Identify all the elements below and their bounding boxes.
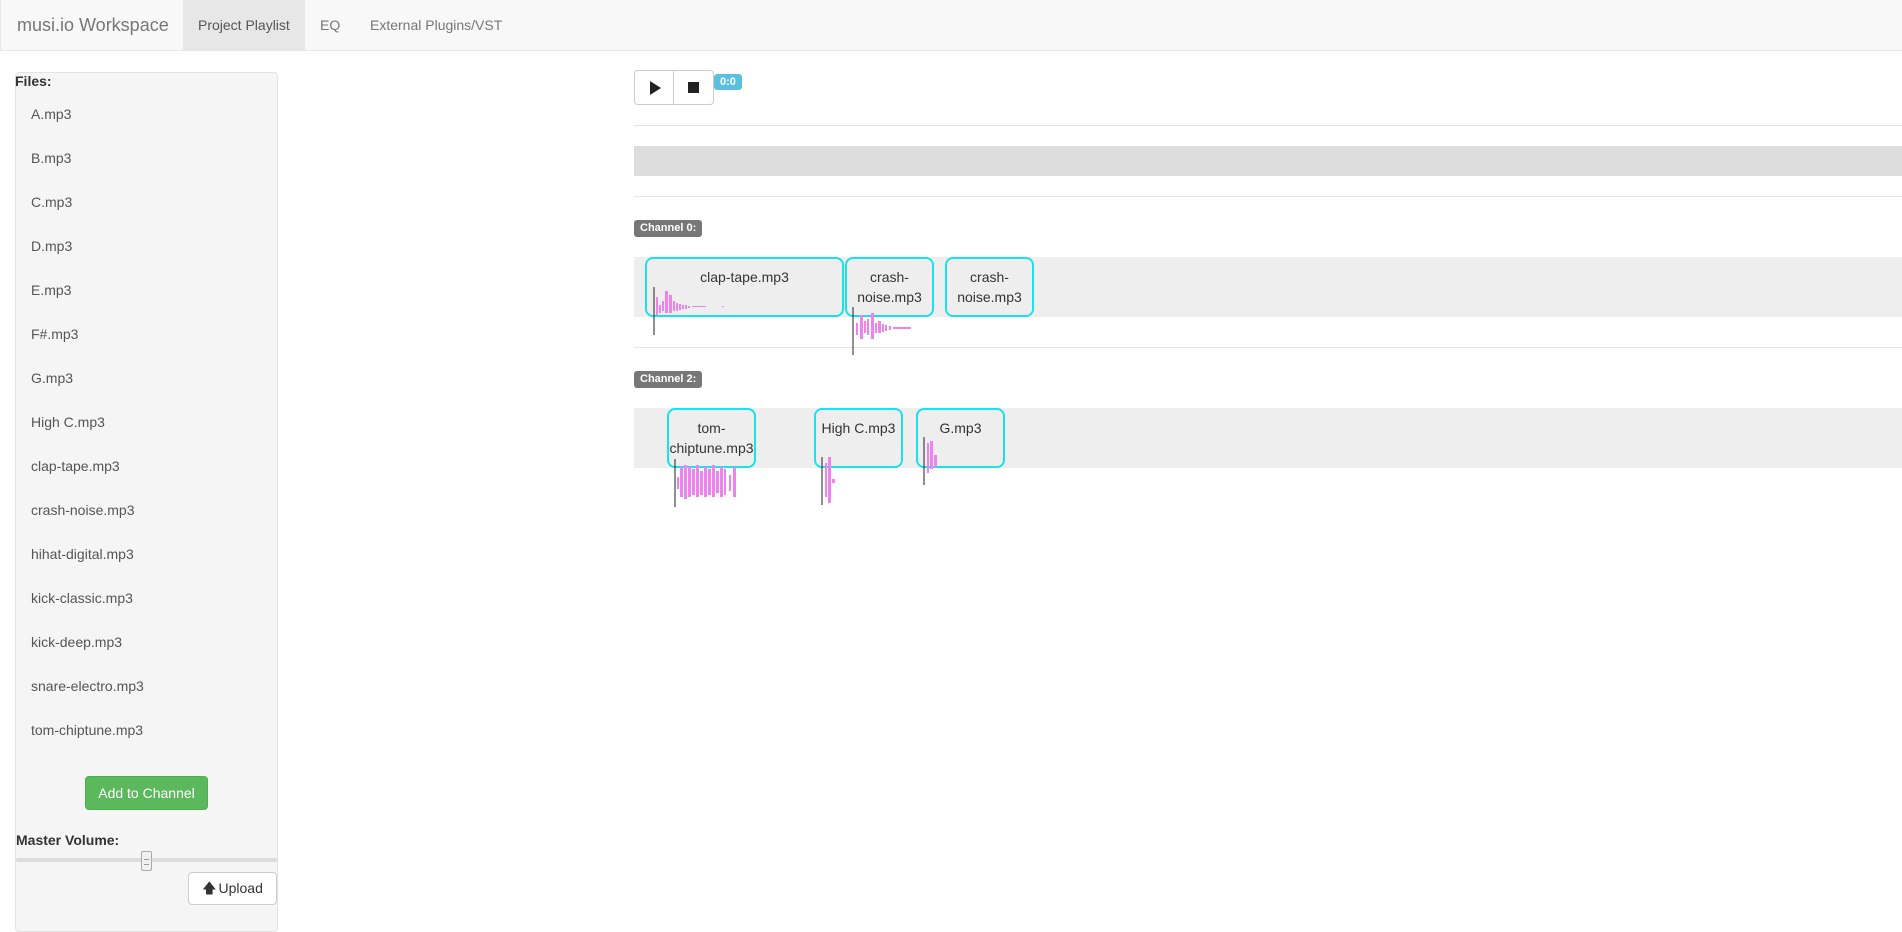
- clip-label: crash-noise.mp3: [957, 269, 1022, 305]
- time-badge: 0:0: [714, 74, 742, 90]
- divider: [634, 125, 1902, 126]
- master-volume-label: Master Volume:: [16, 832, 120, 848]
- add-to-channel-button[interactable]: Add to Channel: [85, 776, 208, 810]
- clip-label: clap-tape.mp3: [700, 269, 789, 285]
- app-brand[interactable]: musi.io Workspace: [17, 15, 169, 36]
- play-icon: [650, 80, 661, 95]
- file-item-high-c[interactable]: High C.mp3: [16, 404, 277, 448]
- divider: [634, 347, 1902, 348]
- file-item-kick-classic[interactable]: kick-classic.mp3: [16, 580, 277, 624]
- upload-button[interactable]: 🡅 Upload: [188, 872, 277, 905]
- channel-0-label: Channel 0:: [634, 220, 703, 237]
- files-title: Files:: [15, 73, 52, 89]
- top-navbar: musi.io Workspace Project Playlist EQ Ex…: [0, 0, 1902, 51]
- file-item-a[interactable]: A.mp3: [16, 96, 277, 140]
- file-item-e[interactable]: E.mp3: [16, 272, 277, 316]
- file-item-c[interactable]: C.mp3: [16, 184, 277, 228]
- waveform-clap-tape: [653, 287, 724, 335]
- tab-project-playlist[interactable]: Project Playlist: [183, 0, 305, 50]
- master-volume-handle[interactable]: [141, 851, 152, 871]
- file-list: A.mp3 B.mp3 C.mp3 D.mp3 E.mp3 F#.mp3 G.m…: [16, 96, 277, 756]
- stop-button[interactable]: [674, 70, 714, 105]
- file-item-hihat-digital[interactable]: hihat-digital.mp3: [16, 536, 277, 580]
- file-item-d[interactable]: D.mp3: [16, 228, 277, 272]
- stop-icon: [688, 82, 699, 93]
- channel-2-label: Channel 2:: [634, 371, 703, 388]
- waveform-tom-chiptune: [674, 459, 736, 507]
- file-item-snare-electro[interactable]: snare-electro.mp3: [16, 668, 277, 712]
- transport-controls: [634, 70, 714, 105]
- tab-external-plugins[interactable]: External Plugins/VST: [355, 0, 517, 50]
- timeline-bar[interactable]: [634, 146, 1902, 176]
- clip-label: G.mp3: [939, 420, 982, 436]
- tab-eq[interactable]: EQ: [305, 0, 355, 50]
- waveform-g: [923, 437, 937, 485]
- clip-label: crash-noise.mp3: [857, 269, 922, 305]
- file-item-kick-deep[interactable]: kick-deep.mp3: [16, 624, 277, 668]
- file-item-b[interactable]: B.mp3: [16, 140, 277, 184]
- file-item-crash-noise[interactable]: crash-noise.mp3: [16, 492, 277, 536]
- divider: [634, 196, 1902, 197]
- waveform-crash-noise: [852, 307, 911, 355]
- waveform-high-c: [821, 457, 835, 505]
- upload-arrow-icon: 🡅: [202, 880, 217, 896]
- file-item-f-sharp[interactable]: F#.mp3: [16, 316, 277, 360]
- play-button[interactable]: [634, 70, 674, 105]
- upload-label: Upload: [218, 880, 263, 896]
- clip-label: High C.mp3: [821, 420, 896, 436]
- clip-label: tom-chiptune.mp3: [669, 420, 754, 456]
- file-item-clap-tape[interactable]: clap-tape.mp3: [16, 448, 277, 492]
- file-item-tom-chiptune[interactable]: tom-chiptune.mp3: [16, 712, 277, 756]
- clip-crash-noise[interactable]: crash-noise.mp3: [945, 257, 1034, 317]
- file-item-g[interactable]: G.mp3: [16, 360, 277, 404]
